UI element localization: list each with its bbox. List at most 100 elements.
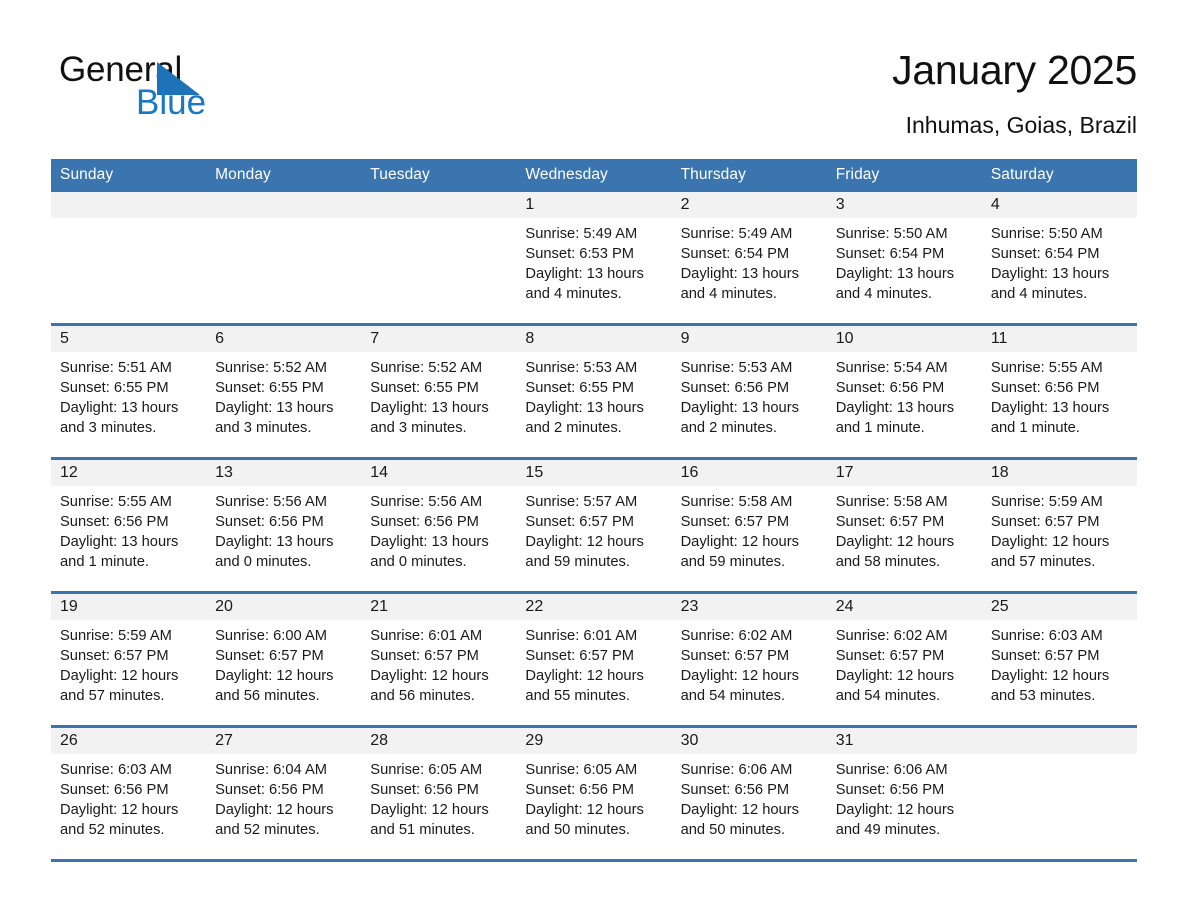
calendar-day-cell[interactable]: 24 Sunrise: 6:02 AM Sunset: 6:57 PM Dayl… (826, 591, 982, 727)
calendar-day-cell[interactable]: 8 Sunrise: 5:53 AM Sunset: 6:55 PM Dayli… (516, 323, 672, 459)
day-details: Sunrise: 5:59 AM Sunset: 6:57 PM Dayligh… (982, 486, 1137, 572)
day-number: 28 (361, 728, 517, 754)
sunset-text: Sunset: 6:54 PM (680, 246, 790, 262)
calendar-week-row: 12 Sunrise: 5:55 AM Sunset: 6:56 PM Dayl… (51, 457, 1137, 593)
calendar-day-cell[interactable]: 13 Sunrise: 5:56 AM Sunset: 6:56 PM Dayl… (206, 457, 362, 593)
day-number: 26 (51, 728, 207, 754)
sunset-text: Sunset: 6:56 PM (370, 782, 479, 798)
sunset-text: Sunset: 6:56 PM (990, 380, 1100, 396)
calendar-day-cell[interactable]: 19 Sunrise: 5:59 AM Sunset: 6:57 PM Dayl… (51, 591, 207, 727)
sunset-text: Sunset: 6:55 PM (370, 380, 479, 396)
day-number: 12 (51, 460, 207, 486)
sunrise-text: Sunrise: 5:50 AM (835, 226, 948, 242)
day-details: Sunrise: 6:04 AM Sunset: 6:56 PM Dayligh… (206, 754, 361, 840)
calendar-day-cell[interactable]: 31 Sunrise: 6:06 AM Sunset: 6:56 PM Dayl… (826, 725, 982, 862)
weekday-header-monday: Monday (206, 159, 362, 192)
calendar-day-cell[interactable]: 7 Sunrise: 5:52 AM Sunset: 6:55 PM Dayli… (361, 323, 517, 459)
calendar-day-cell[interactable]: 29 Sunrise: 6:05 AM Sunset: 6:56 PM Dayl… (516, 725, 672, 862)
calendar-day-cell[interactable]: 12 Sunrise: 5:55 AM Sunset: 6:56 PM Dayl… (51, 457, 207, 593)
daylight-text: Daylight: 13 hours and 0 minutes. (370, 534, 489, 570)
sunset-text: Sunset: 6:57 PM (835, 514, 945, 530)
sunrise-text: Sunrise: 5:59 AM (60, 628, 172, 644)
calendar-day-cell[interactable]: 11 Sunrise: 5:55 AM Sunset: 6:56 PM Dayl… (981, 323, 1137, 459)
weekday-header-tuesday: Tuesday (361, 159, 517, 192)
day-details: Sunrise: 6:00 AM Sunset: 6:57 PM Dayligh… (206, 620, 361, 706)
calendar-day-cell[interactable]: 26 Sunrise: 6:03 AM Sunset: 6:56 PM Dayl… (51, 725, 207, 862)
sunrise-text: Sunrise: 5:49 AM (525, 226, 638, 242)
sunrise-text: Sunrise: 6:05 AM (370, 762, 483, 778)
sunset-text: Sunset: 6:57 PM (990, 648, 1100, 664)
calendar-day-cell[interactable]: 17 Sunrise: 5:58 AM Sunset: 6:57 PM Dayl… (826, 457, 982, 593)
calendar-day-cell[interactable]: 10 Sunrise: 5:54 AM Sunset: 6:56 PM Dayl… (826, 323, 982, 459)
sunrise-text: Sunrise: 6:02 AM (835, 628, 948, 644)
calendar-day-cell[interactable] (206, 192, 362, 325)
sunset-text: Sunset: 6:56 PM (835, 380, 945, 396)
sunrise-text: Sunrise: 5:51 AM (60, 360, 172, 376)
calendar-day-cell[interactable] (981, 725, 1137, 862)
sunrise-text: Sunrise: 5:56 AM (370, 494, 483, 510)
calendar-day-cell[interactable]: 23 Sunrise: 6:02 AM Sunset: 6:57 PM Dayl… (671, 591, 827, 727)
title-block: January 2025 Inhumas, Goias, Brazil (437, 44, 1137, 140)
daylight-text: Daylight: 13 hours and 3 minutes. (215, 400, 334, 436)
calendar-day-cell[interactable]: 5 Sunrise: 5:51 AM Sunset: 6:55 PM Dayli… (51, 323, 207, 459)
calendar-day-cell[interactable]: 1 Sunrise: 5:49 AM Sunset: 6:53 PM Dayli… (516, 192, 672, 325)
day-details: Sunrise: 6:02 AM Sunset: 6:57 PM Dayligh… (672, 620, 827, 706)
sunset-text: Sunset: 6:56 PM (370, 514, 479, 530)
sunset-text: Sunset: 6:57 PM (525, 514, 635, 530)
calendar-day-cell[interactable]: 15 Sunrise: 5:57 AM Sunset: 6:57 PM Dayl… (516, 457, 672, 593)
calendar-day-cell[interactable]: 30 Sunrise: 6:06 AM Sunset: 6:56 PM Dayl… (671, 725, 827, 862)
calendar-day-cell[interactable]: 25 Sunrise: 6:03 AM Sunset: 6:57 PM Dayl… (981, 591, 1137, 727)
day-number: 21 (361, 594, 517, 620)
day-details: Sunrise: 5:57 AM Sunset: 6:57 PM Dayligh… (516, 486, 671, 572)
sunset-text: Sunset: 6:56 PM (215, 514, 324, 530)
sunrise-text: Sunrise: 6:03 AM (60, 762, 172, 778)
day-number: 18 (981, 460, 1137, 486)
calendar-day-cell[interactable]: 3 Sunrise: 5:50 AM Sunset: 6:54 PM Dayli… (826, 192, 982, 325)
day-details: Sunrise: 6:05 AM Sunset: 6:56 PM Dayligh… (361, 754, 516, 840)
day-number: 25 (981, 594, 1137, 620)
sunset-text: Sunset: 6:55 PM (215, 380, 324, 396)
calendar-day-cell[interactable]: 4 Sunrise: 5:50 AM Sunset: 6:54 PM Dayli… (981, 192, 1137, 325)
calendar-body: 1 Sunrise: 5:49 AM Sunset: 6:53 PM Dayli… (51, 192, 1137, 862)
day-number: 8 (516, 326, 672, 352)
sunrise-text: Sunrise: 6:02 AM (680, 628, 793, 644)
day-number: 29 (516, 728, 672, 754)
daylight-text: Daylight: 12 hours and 59 minutes. (525, 534, 644, 570)
calendar-header-row: Sunday Monday Tuesday Wednesday Thursday… (51, 159, 1137, 192)
daylight-text: Daylight: 13 hours and 2 minutes. (525, 400, 644, 436)
daylight-text: Daylight: 13 hours and 3 minutes. (60, 400, 179, 436)
daylight-text: Daylight: 12 hours and 56 minutes. (370, 668, 489, 704)
calendar-day-cell[interactable]: 16 Sunrise: 5:58 AM Sunset: 6:57 PM Dayl… (671, 457, 827, 593)
calendar-day-cell[interactable]: 14 Sunrise: 5:56 AM Sunset: 6:56 PM Dayl… (361, 457, 517, 593)
calendar-day-cell[interactable]: 28 Sunrise: 6:05 AM Sunset: 6:56 PM Dayl… (361, 725, 517, 862)
calendar-day-cell[interactable] (51, 192, 207, 325)
calendar-day-cell[interactable]: 9 Sunrise: 5:53 AM Sunset: 6:56 PM Dayli… (671, 323, 827, 459)
sunset-text: Sunset: 6:57 PM (60, 648, 169, 664)
calendar-day-cell[interactable]: 22 Sunrise: 6:01 AM Sunset: 6:57 PM Dayl… (516, 591, 672, 727)
sunset-text: Sunset: 6:54 PM (990, 246, 1100, 262)
calendar-day-cell[interactable] (361, 192, 517, 325)
calendar-page: General Blue January 2025 Inhumas, Goias… (0, 0, 1188, 918)
sunrise-text: Sunrise: 6:00 AM (215, 628, 327, 644)
day-number: 27 (206, 728, 362, 754)
day-details (206, 218, 361, 224)
sunrise-text: Sunrise: 5:57 AM (525, 494, 638, 510)
sunrise-text: Sunrise: 5:56 AM (215, 494, 327, 510)
calendar-day-cell[interactable]: 18 Sunrise: 5:59 AM Sunset: 6:57 PM Dayl… (981, 457, 1137, 593)
day-details: Sunrise: 6:03 AM Sunset: 6:56 PM Dayligh… (51, 754, 206, 840)
sunrise-text: Sunrise: 5:52 AM (215, 360, 327, 376)
sunset-text: Sunset: 6:57 PM (370, 648, 479, 664)
calendar-day-cell[interactable]: 2 Sunrise: 5:49 AM Sunset: 6:54 PM Dayli… (671, 192, 827, 325)
sunset-text: Sunset: 6:55 PM (60, 380, 169, 396)
calendar-day-cell[interactable]: 20 Sunrise: 6:00 AM Sunset: 6:57 PM Dayl… (206, 591, 362, 727)
day-number (361, 192, 517, 218)
calendar-day-cell[interactable]: 27 Sunrise: 6:04 AM Sunset: 6:56 PM Dayl… (206, 725, 362, 862)
daylight-text: Daylight: 13 hours and 1 minute. (835, 400, 955, 436)
sunrise-text: Sunrise: 5:52 AM (370, 360, 483, 376)
sunrise-text: Sunrise: 5:59 AM (990, 494, 1103, 510)
sunrise-sunset-calendar: Sunday Monday Tuesday Wednesday Thursday… (51, 159, 1137, 862)
day-details: Sunrise: 5:50 AM Sunset: 6:54 PM Dayligh… (827, 218, 982, 304)
calendar-day-cell[interactable]: 21 Sunrise: 6:01 AM Sunset: 6:57 PM Dayl… (361, 591, 517, 727)
day-details: Sunrise: 6:06 AM Sunset: 6:56 PM Dayligh… (827, 754, 982, 840)
calendar-day-cell[interactable]: 6 Sunrise: 5:52 AM Sunset: 6:55 PM Dayli… (206, 323, 362, 459)
